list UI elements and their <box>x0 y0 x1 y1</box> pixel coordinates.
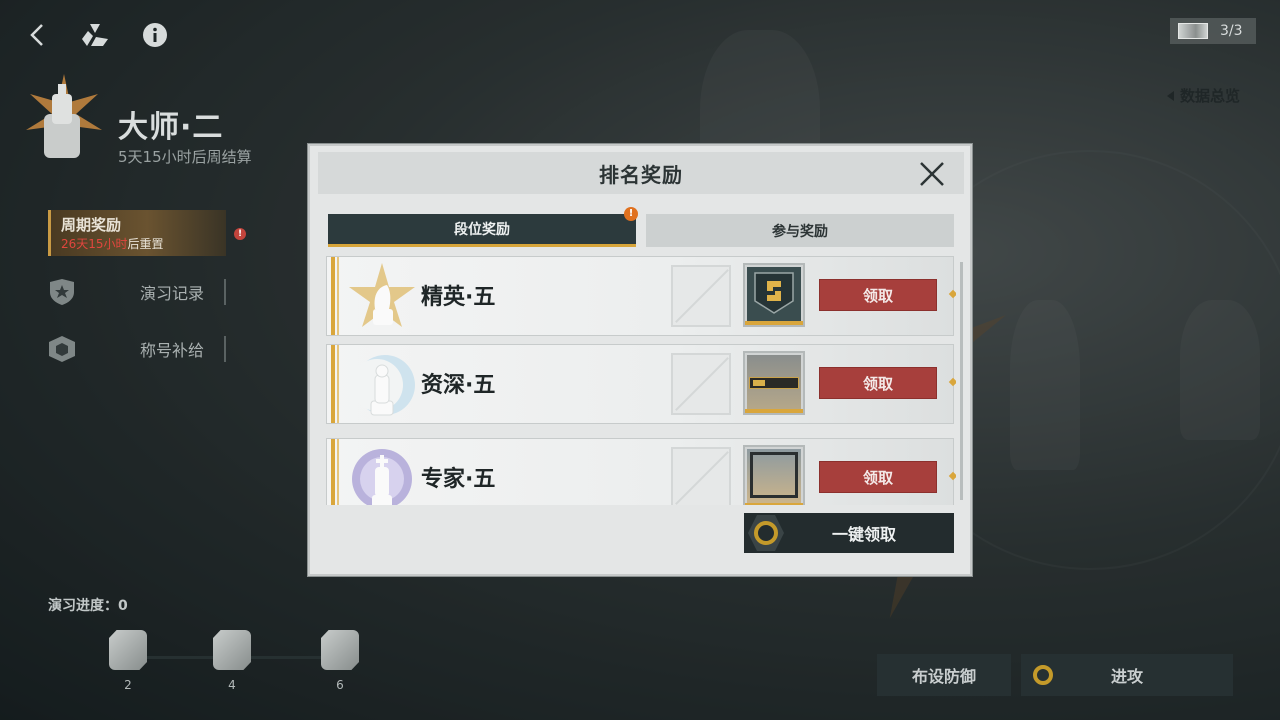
badge-icon <box>747 267 801 323</box>
menu-item-exercise-records[interactable]: 演习记录 <box>48 277 226 307</box>
milestone-number: 4 <box>228 678 236 692</box>
attack-button[interactable]: 进攻 <box>1021 654 1233 696</box>
tier-name: 资深·五 <box>421 373 496 398</box>
rarity-bar <box>745 409 803 413</box>
expert-tier-icon <box>352 449 412 505</box>
claim-button[interactable]: 领取 <box>819 279 937 311</box>
menu-item-divider <box>224 279 226 305</box>
row-arrow-icon <box>948 471 956 481</box>
supply-box-icon <box>49 336 75 362</box>
progress-milestone[interactable]: 2 <box>108 630 148 692</box>
dialog-header: 排名奖励 <box>318 152 964 194</box>
dialog-title: 排名奖励 <box>599 162 683 187</box>
menu-item-label: 演习记录 <box>140 284 205 303</box>
notification-badge-icon: ! <box>234 228 246 240</box>
weekly-settlement-countdown: 5天15小时后周结算 <box>118 148 252 166</box>
row-accent-bar <box>331 345 335 423</box>
row-accent-bar <box>337 257 339 335</box>
claim-button[interactable]: 领取 <box>819 461 937 493</box>
empty-reward-slot <box>671 265 731 327</box>
progress-milestone[interactable]: 6 <box>320 630 360 692</box>
row-arrow-icon <box>948 377 956 387</box>
back-icon[interactable] <box>22 20 52 50</box>
info-icon[interactable] <box>140 20 170 50</box>
milestone-number: 2 <box>124 678 132 692</box>
ticket-count: 3/3 <box>1220 23 1243 39</box>
elite-tier-icon <box>349 263 415 327</box>
triangle-left-icon <box>1166 90 1174 101</box>
period-reward-countdown: 26天15小时 <box>61 237 128 251</box>
tab-label: 段位奖励 <box>454 222 510 238</box>
data-overview-link[interactable]: 数据总览 <box>1166 85 1240 106</box>
period-reward-suffix: 后重置 <box>127 237 164 251</box>
close-icon[interactable] <box>918 160 946 188</box>
reward-row: 专家·五 领取 <box>326 438 956 505</box>
row-accent-bar <box>337 345 339 423</box>
shield-icon <box>50 279 74 305</box>
progress-milestone[interactable]: 4 <box>212 630 252 692</box>
milestone-number: 6 <box>336 678 344 692</box>
menu-item-divider <box>224 336 226 362</box>
ring-icon <box>754 521 778 545</box>
empty-reward-slot <box>671 353 731 415</box>
row-arrow-icon <box>948 289 956 299</box>
tab-participation-reward[interactable]: 参与奖励 <box>646 214 954 247</box>
ticket-icon <box>1178 23 1208 39</box>
tab-rank-reward[interactable]: 段位奖励 ! <box>328 207 638 247</box>
claim-all-button[interactable]: 一键领取 <box>744 513 954 553</box>
rarity-bar <box>745 503 803 505</box>
row-accent-bar <box>331 439 335 505</box>
milestone-chest-icon <box>213 630 251 670</box>
milestone-chest-icon <box>321 630 359 670</box>
period-reward-reset-time: 26天15小时后重置 <box>61 235 216 252</box>
row-accent-bar <box>331 257 335 335</box>
reward-list-scrollbar[interactable] <box>960 262 963 500</box>
reward-row: 精英·五 领取 <box>326 256 956 336</box>
reward-list[interactable]: 精英·五 领取 资深·五 领取 专家·五 领取 <box>326 256 956 505</box>
period-reward-button[interactable]: 周期奖励 26天15小时后重置 <box>48 210 226 256</box>
claim-button[interactable]: 领取 <box>819 367 937 399</box>
reward-item-slot[interactable] <box>743 351 805 415</box>
exercise-ticket-counter: 3/3 <box>1170 18 1256 44</box>
alert-badge-icon: ! <box>624 207 638 221</box>
reward-item-slot[interactable] <box>743 263 805 327</box>
senior-tier-icon <box>351 355 415 416</box>
exercise-progress-label: 演习进度：0 <box>48 598 128 614</box>
reward-row: 资深·五 领取 <box>326 344 956 424</box>
data-overview-label: 数据总览 <box>1179 87 1240 105</box>
menu-item-label: 称号补给 <box>140 341 205 360</box>
rarity-bar <box>745 321 803 325</box>
rank-title: 大师·二 <box>118 110 224 145</box>
tier-name: 精英·五 <box>421 285 496 310</box>
claim-all-label: 一键领取 <box>831 525 896 544</box>
empty-reward-slot <box>671 447 731 505</box>
row-accent-bar <box>337 439 339 505</box>
menu-item-title-supply[interactable]: 称号补给 <box>48 334 226 364</box>
milestone-chest-icon <box>109 630 147 670</box>
deploy-defense-button[interactable]: 布设防御 <box>877 654 1011 696</box>
tier-name: 专家·五 <box>421 467 496 492</box>
tab-label: 参与奖励 <box>772 223 828 240</box>
nameplate-icon <box>747 355 801 411</box>
period-reward-title: 周期奖励 <box>61 216 122 234</box>
avatar-frame-icon <box>747 449 801 505</box>
google-drive-icon[interactable] <box>80 20 110 50</box>
ranking-reward-dialog: 排名奖励 段位奖励 ! 参与奖励 精英·五 领取 资深·五 领取 专家·五 领取… <box>308 144 972 576</box>
reward-item-slot[interactable] <box>743 445 805 505</box>
attack-ring-icon <box>1033 665 1053 685</box>
master-rank-emblem-icon <box>24 74 104 164</box>
attack-label: 进攻 <box>1110 667 1143 686</box>
